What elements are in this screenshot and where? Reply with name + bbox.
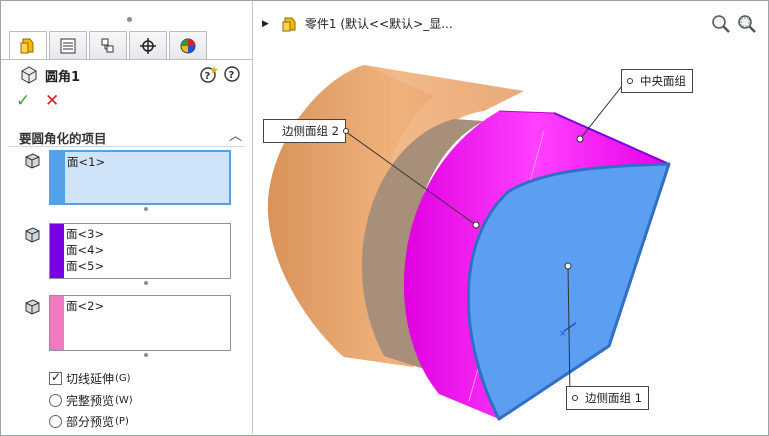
list-item[interactable]: 面<4> (66, 242, 104, 258)
callout-label: 边侧面组 1 (585, 391, 642, 405)
tab-display-manager[interactable] (169, 31, 207, 59)
list-item[interactable]: 面<5> (66, 258, 104, 274)
tab-property-manager[interactable] (49, 31, 87, 59)
svg-text:?: ? (205, 71, 211, 82)
face-selection-icon (25, 227, 40, 243)
tab-feature-manager[interactable] (9, 31, 47, 59)
shortcut-key: (P) (115, 416, 129, 427)
tab-configuration-manager[interactable] (89, 31, 127, 59)
property-manager: 圆角1 ? ? ✓ ✕ 要圆角化的项目 ︿ 面<1> 面<3> 面<4> 面<5… (1, 1, 253, 434)
resize-handle[interactable] (144, 353, 148, 357)
callout-side-face-group-2[interactable]: 边侧面组 2 (263, 119, 349, 143)
shortcut-key: (W) (115, 395, 133, 406)
option-label: 部分预览 (66, 415, 115, 429)
tab-dimxpert-manager[interactable] (129, 31, 167, 59)
partial-preview-radio[interactable] (49, 415, 62, 428)
list-item[interactable]: 面<2> (66, 298, 104, 314)
partial-preview-option[interactable]: 部分预览 (P) (49, 413, 129, 430)
crosshair-icon (140, 37, 156, 54)
selection-list-3[interactable]: 面<2> (49, 295, 231, 351)
callout-anchor (572, 395, 578, 401)
appearance-ball-icon (180, 38, 196, 53)
resize-handle[interactable] (144, 207, 148, 211)
configuration-icon (101, 38, 114, 52)
callout-label: 边侧面组 2 (282, 124, 339, 138)
list-item[interactable]: 面<1> (67, 154, 105, 170)
callout-side-face-group-1[interactable]: 边侧面组 1 (566, 386, 649, 410)
help-icon[interactable]: ? (223, 65, 241, 83)
selection-color-swatch (51, 152, 65, 203)
feature-tree-icon (20, 38, 34, 53)
svg-text:?: ? (229, 70, 235, 81)
tab-divider (1, 59, 252, 60)
fillet-cube-icon (21, 66, 37, 84)
graphics-area[interactable]: ▶ 零件1 (默认<<默认>_显... × 中央面组 边侧面组 2 边侧面组 1 (254, 1, 767, 434)
whats-wrong-help-icon[interactable]: ? (199, 65, 219, 83)
cancel-button[interactable]: ✕ (45, 91, 59, 111)
selection-list-1[interactable]: 面<1> (49, 150, 231, 205)
full-preview-radio[interactable] (49, 394, 62, 407)
property-list-icon (60, 38, 76, 53)
shortcut-key: (G) (115, 373, 131, 384)
ok-button[interactable]: ✓ (16, 91, 30, 111)
callout-anchor (342, 128, 349, 134)
resize-handle[interactable] (144, 281, 148, 285)
manager-tabs (9, 31, 209, 59)
option-label: 切线延伸 (66, 372, 115, 386)
feature-title: 圆角1 (45, 70, 81, 85)
tangent-propagation-option[interactable]: 切线延伸 (G) (49, 370, 131, 387)
selection-color-swatch (50, 224, 64, 278)
full-preview-option[interactable]: 完整预览 (W) (49, 392, 133, 409)
tangent-checkbox[interactable] (49, 370, 62, 385)
selection-list-2[interactable]: 面<3> 面<4> 面<5> (49, 223, 231, 279)
face-selection-icon (25, 299, 40, 315)
panel-grip[interactable] (127, 17, 132, 22)
section-divider (9, 146, 245, 147)
callout-anchor (627, 78, 633, 84)
option-label: 完整预览 (66, 394, 115, 408)
svg-text:×: × (559, 329, 567, 339)
callout-center-face-group[interactable]: 中央面组 (621, 69, 693, 93)
section-title: 要圆角化的项目 (19, 131, 107, 146)
callout-label: 中央面组 (640, 74, 686, 88)
collapse-chevron-icon[interactable]: ︿ (229, 125, 242, 144)
face-selection-icon (25, 153, 40, 169)
selection-color-swatch (50, 296, 64, 350)
model-view[interactable]: × (254, 1, 767, 434)
list-item[interactable]: 面<3> (66, 226, 104, 242)
